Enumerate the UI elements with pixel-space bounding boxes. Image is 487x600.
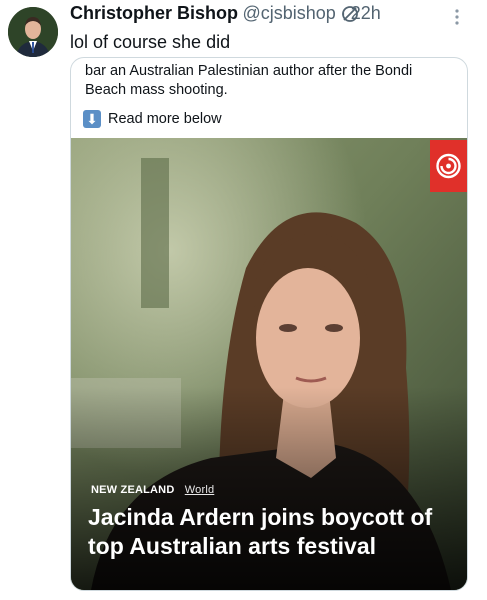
tweet-header: Christopher Bishop @cjsbishop · 22h — [70, 3, 381, 29]
article-section-link[interactable]: World — [185, 484, 215, 496]
article-kicker: NEW ZEALAND World — [91, 484, 214, 496]
article-headline[interactable]: Jacinda Ardern joins boycott of top Aust… — [88, 503, 458, 561]
tweet-text: lol of course she did — [70, 32, 231, 52]
rnz-logo-icon — [430, 140, 467, 192]
card-snippet: bar an Australian Palestinian author aft… — [85, 63, 413, 98]
edited-icon[interactable] — [340, 4, 360, 24]
read-more-label: Read more below — [108, 111, 222, 127]
article-photo[interactable]: NEW ZEALAND World Jacinda Ardern joins b… — [71, 138, 467, 590]
avatar-image — [8, 7, 58, 57]
display-name[interactable]: Christopher Bishop — [70, 3, 238, 23]
handle[interactable]: @cjsbishop — [242, 3, 335, 23]
avatar[interactable] — [8, 7, 58, 57]
tweet: Christopher Bishop @cjsbishop · 22h lol … — [0, 0, 487, 600]
article-region: NEW ZEALAND — [91, 484, 175, 496]
read-more-row[interactable]: ⬇ Read more below — [83, 110, 222, 128]
quoted-card[interactable]: bar an Australian Palestinian author aft… — [70, 57, 468, 591]
down-arrow-icon: ⬇ — [83, 110, 101, 128]
more-options-icon[interactable] — [453, 7, 461, 27]
